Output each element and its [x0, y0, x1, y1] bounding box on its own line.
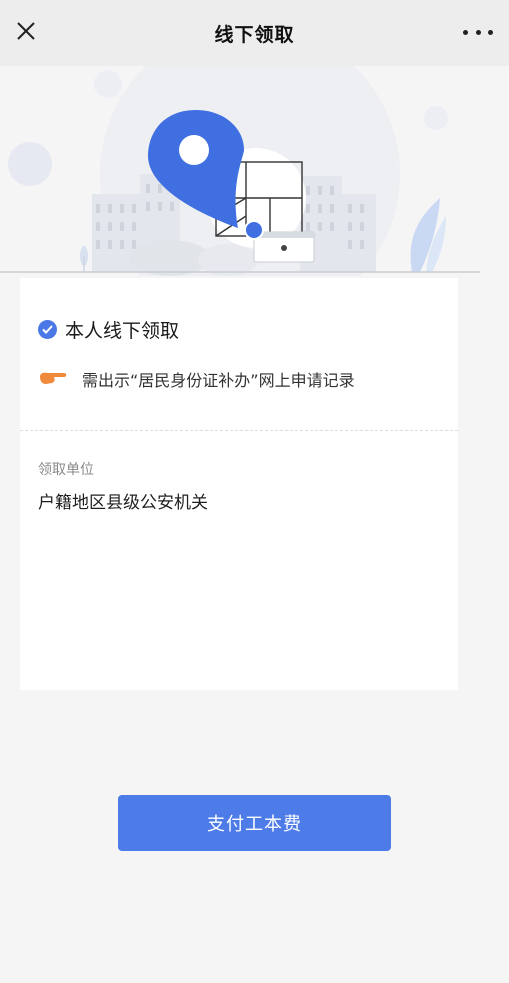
- pay-fee-button[interactable]: 支付工本费: [118, 795, 391, 851]
- pickup-unit-value: 户籍地区县级公安机关: [38, 493, 208, 513]
- pickup-option[interactable]: 本人线下领取: [38, 316, 179, 342]
- page: 线下领取 本人线下领取 需出示“居民身份证补办”网上申请记录 领取单位 户籍地区…: [0, 0, 509, 983]
- hint-text: 需出示“居民身份证补办”网上申请记录: [82, 371, 355, 390]
- hint-row: 需出示“居民身份证补办”网上申请记录: [38, 367, 355, 391]
- pickup-unit-label: 领取单位: [38, 462, 94, 478]
- page-title: 线下领取: [214, 23, 295, 46]
- navbar: 线下领取: [0, 0, 509, 66]
- location-pin-building-illustration: [0, 66, 509, 276]
- pickup-card: 本人线下领取 需出示“居民身份证补办”网上申请记录 领取单位 户籍地区县级公安机…: [20, 278, 458, 690]
- pointing-hand-icon: [38, 369, 68, 389]
- close-icon[interactable]: [12, 17, 40, 45]
- checkmark-circle-icon: [38, 319, 57, 339]
- option-label: 本人线下领取: [65, 319, 180, 342]
- divider: [20, 430, 458, 431]
- more-dots-icon[interactable]: [463, 22, 493, 42]
